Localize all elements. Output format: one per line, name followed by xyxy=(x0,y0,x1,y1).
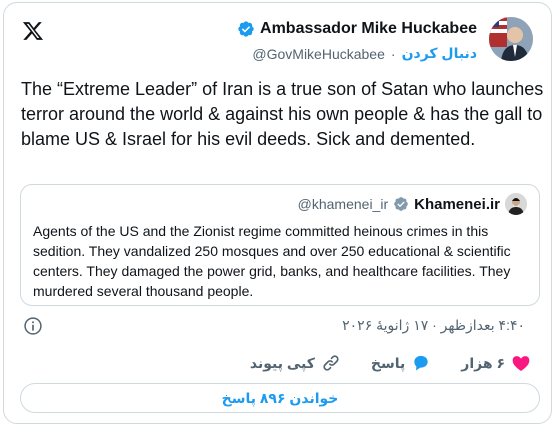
author-avatar[interactable] xyxy=(489,17,533,61)
reply-label: پاسخ xyxy=(370,354,406,371)
copy-link-label: کپی پیوند xyxy=(249,354,315,371)
link-icon xyxy=(323,355,339,371)
verified-grey-icon xyxy=(394,197,408,211)
quote-author-name: Khamenei.ir xyxy=(414,195,500,213)
follow-button[interactable]: دنبال کردن xyxy=(402,45,477,62)
quote-handle: @khamenei_ir xyxy=(297,196,389,212)
tweet-timestamp[interactable]: ۴:۴۰ بعدازظهر · ۱۷ ژانویهٔ ۲۰۲۶ xyxy=(342,317,525,334)
x-logo-icon[interactable] xyxy=(22,20,44,42)
reply-icon xyxy=(414,355,428,371)
read-replies-button[interactable]: خواندن ۸۹۶ پاسخ xyxy=(20,383,540,413)
action-bar: ۶ هزار پاسخ کپی پیوند xyxy=(250,353,531,373)
reply-button[interactable]: پاسخ xyxy=(371,353,431,373)
quote-avatar xyxy=(505,193,527,215)
author-sub-row: @GovMikeHuckabee · دنبال کردن xyxy=(252,45,477,62)
like-button[interactable]: ۶ هزار xyxy=(461,353,531,373)
author-handle[interactable]: @GovMikeHuckabee xyxy=(252,46,385,62)
verified-icon xyxy=(238,21,254,37)
copy-link-button[interactable]: کپی پیوند xyxy=(250,353,341,373)
author-name-row[interactable]: Ambassador Mike Huckabee xyxy=(237,20,477,38)
quote-header: @khamenei_ir Khamenei.ir xyxy=(298,193,527,215)
separator-dot: · xyxy=(390,45,396,62)
heart-icon xyxy=(512,356,530,371)
quoted-tweet[interactable]: @khamenei_ir Khamenei.ir Agents of the U… xyxy=(20,184,540,306)
tweet-text: The “Extreme Leader” of Iran is a true s… xyxy=(21,79,544,149)
author-name: Ambassador Mike Huckabee xyxy=(260,20,477,37)
like-count: ۶ هزار xyxy=(461,354,505,371)
info-icon[interactable] xyxy=(23,316,43,336)
quote-text: Agents of the US and the Zionist regime … xyxy=(33,223,511,299)
tweet-card: Ambassador Mike Huckabee @GovMikeHuckabe… xyxy=(3,2,552,424)
